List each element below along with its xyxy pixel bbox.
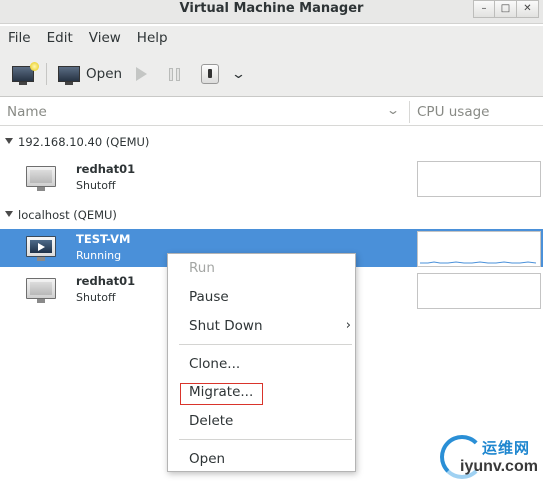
pause-button[interactable] — [169, 62, 180, 86]
menu-item-run[interactable]: Run — [168, 256, 355, 280]
vm-row[interactable]: redhat01 Shutoff — [0, 159, 543, 197]
cpu-usage-graph — [417, 161, 541, 197]
minimize-button[interactable]: – — [473, 0, 495, 18]
group-remote-host[interactable]: 192.168.10.40 (QEMU) — [0, 131, 543, 153]
menu-item-shut-down-label: Shut Down — [189, 318, 263, 334]
new-vm-icon — [12, 62, 39, 85]
column-cpu-usage[interactable]: CPU usage — [417, 104, 489, 120]
shutdown-menu-button[interactable]: ⌄ — [230, 62, 247, 86]
pause-icon — [169, 67, 180, 81]
toolbar-separator — [46, 63, 47, 85]
expander-icon[interactable] — [5, 138, 13, 144]
group-label: 192.168.10.40 (QEMU) — [18, 135, 150, 149]
cpu-usage-graph — [417, 231, 541, 267]
play-icon — [136, 67, 147, 81]
maximize-button[interactable]: □ — [495, 0, 517, 18]
chevron-right-icon: › — [345, 318, 351, 333]
menu-item-delete[interactable]: Delete — [168, 409, 355, 433]
shutdown-button[interactable] — [201, 62, 219, 86]
menu-edit[interactable]: Edit — [39, 26, 81, 52]
toolbar: Open ⌄ — [0, 52, 543, 97]
window-controls: – □ ✕ — [473, 0, 539, 18]
menu-view[interactable]: View — [81, 26, 129, 52]
expander-icon[interactable] — [5, 211, 13, 217]
vm-status: Shutoff — [76, 291, 116, 304]
column-divider[interactable] — [409, 101, 410, 123]
open-button[interactable]: Open — [58, 62, 122, 86]
vm-shutoff-icon — [26, 166, 56, 191]
menu-separator — [179, 439, 352, 440]
menubar: File Edit View Help — [0, 26, 543, 52]
open-label: Open — [86, 66, 123, 82]
title-bar: Virtual Machine Manager – □ ✕ — [0, 0, 543, 24]
menu-item-shut-down[interactable]: Shut Down › — [168, 314, 355, 338]
menu-item-open[interactable]: Open — [168, 447, 355, 471]
vm-status: Shutoff — [76, 179, 116, 192]
vm-name: TEST-VM — [76, 232, 131, 246]
annotation-highlight-box — [180, 383, 263, 405]
menu-help[interactable]: Help — [129, 26, 176, 52]
vm-name: redhat01 — [76, 274, 136, 288]
watermark-cn: 运维网 — [482, 439, 531, 457]
close-button[interactable]: ✕ — [517, 0, 539, 18]
menu-item-pause[interactable]: Pause — [168, 285, 355, 309]
cpu-usage-graph — [417, 273, 541, 309]
chevron-down-icon[interactable]: ⌄ — [386, 103, 400, 117]
vm-shutoff-icon — [26, 278, 56, 303]
menu-item-clone[interactable]: Clone... — [168, 352, 355, 376]
context-menu: Run Pause Shut Down › Clone... Migrate..… — [167, 253, 356, 472]
menu-separator — [179, 344, 352, 345]
vm-running-icon — [26, 236, 56, 261]
column-header: Name ⌄ CPU usage — [0, 98, 543, 126]
group-localhost[interactable]: localhost (QEMU) — [0, 204, 543, 226]
chevron-down-icon: ⌄ — [230, 66, 247, 82]
group-label: localhost (QEMU) — [18, 208, 117, 222]
cpu-sparkline — [420, 261, 537, 264]
vm-status: Running — [76, 249, 122, 262]
run-button[interactable] — [136, 62, 147, 86]
window-title: Virtual Machine Manager — [179, 1, 364, 16]
watermark-logo: 运维网 iyunv.com — [438, 433, 543, 482]
power-icon — [201, 64, 219, 84]
watermark-en: iyunv.com — [460, 458, 538, 475]
monitor-icon — [58, 66, 80, 85]
menu-file[interactable]: File — [0, 26, 39, 52]
menu-item-migrate[interactable]: Migrate... — [168, 380, 355, 405]
vm-name: redhat01 — [76, 162, 136, 176]
column-name[interactable]: Name — [7, 104, 47, 120]
new-vm-button[interactable] — [12, 62, 39, 86]
